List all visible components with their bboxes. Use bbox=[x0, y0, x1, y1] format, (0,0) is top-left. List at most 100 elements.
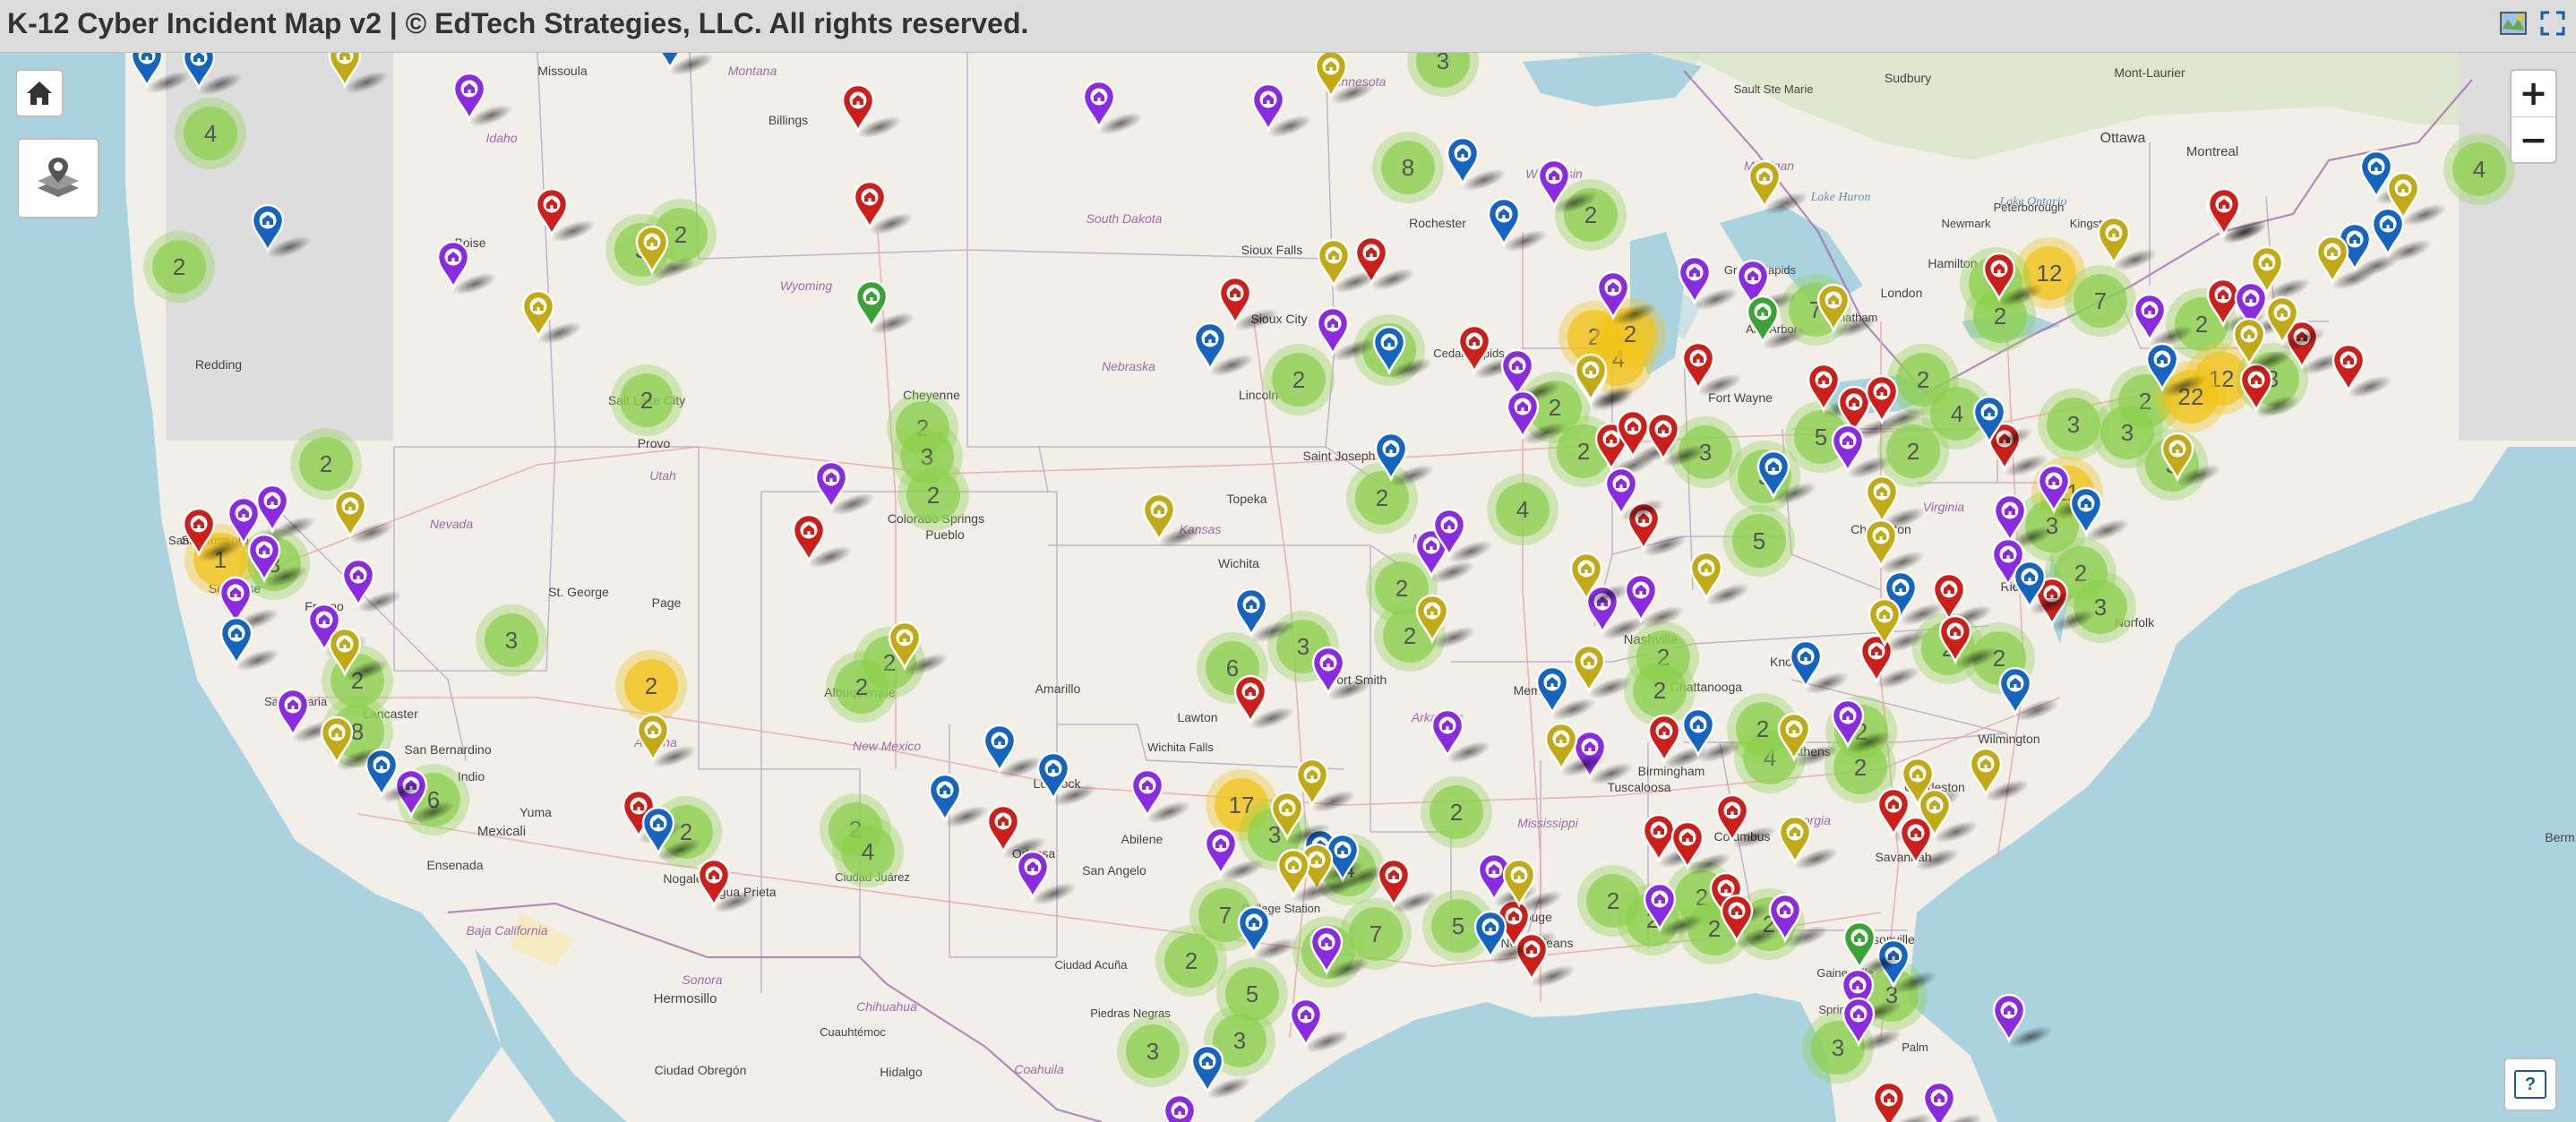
place-label: Hidalgo bbox=[880, 1065, 923, 1079]
fullscreen-icon[interactable] bbox=[2538, 9, 2567, 38]
cluster-count: 2 bbox=[1607, 887, 1619, 914]
cluster-count: 5 bbox=[1815, 424, 1827, 450]
place-label: Wyoming bbox=[780, 278, 833, 293]
place-label: Sault Ste Marie bbox=[1734, 82, 1814, 96]
cluster-count: 7 bbox=[1219, 902, 1232, 929]
incident-cluster[interactable]: 4 bbox=[832, 816, 904, 887]
incident-cluster[interactable]: 2 bbox=[897, 459, 969, 531]
cluster-count: 2 bbox=[645, 672, 657, 699]
place-label: Mexicali bbox=[477, 824, 526, 839]
incident-cluster[interactable]: 2 bbox=[615, 650, 687, 722]
incident-cluster[interactable]: 3 bbox=[2065, 571, 2136, 643]
incident-cluster[interactable]: 5 bbox=[1723, 505, 1795, 577]
cluster-count: 3 bbox=[1233, 1027, 1246, 1054]
map-legend-icon[interactable] bbox=[2499, 9, 2528, 38]
home-icon bbox=[27, 81, 52, 105]
cluster-count: 2 bbox=[1404, 622, 1416, 649]
incident-cluster[interactable]: 2 bbox=[1421, 776, 1492, 848]
place-label: Wilmington bbox=[1978, 732, 2039, 746]
place-label: Missoula bbox=[537, 64, 587, 78]
place-label: Lake Huron bbox=[1810, 191, 1871, 204]
cluster-count: 2 bbox=[320, 450, 332, 477]
cluster-count: 2 bbox=[674, 221, 687, 248]
incident-cluster[interactable]: 7 bbox=[2065, 265, 2136, 337]
incident-cluster[interactable]: 2 bbox=[1555, 179, 1627, 251]
cluster-count: 3 bbox=[2067, 411, 2080, 438]
cluster-count: 3 bbox=[1437, 53, 1449, 74]
cluster-count: 2 bbox=[2195, 311, 2208, 338]
cluster-count: 3 bbox=[1297, 633, 1309, 660]
incident-cluster[interactable]: 4 bbox=[2443, 133, 2515, 205]
place-label: Hermosillo bbox=[654, 991, 717, 1006]
layers-button[interactable] bbox=[17, 138, 99, 218]
cluster-count: 3 bbox=[2121, 419, 2134, 446]
map-canvas[interactable]: SpokaneMissoulaMontanaNorth DakotaMinnes… bbox=[0, 53, 2576, 1122]
place-label: Topeka bbox=[1226, 492, 1267, 506]
cluster-count: 2 bbox=[1395, 575, 1408, 602]
cluster-count: 4 bbox=[2473, 156, 2486, 183]
cluster-count: 2 bbox=[1994, 303, 2006, 330]
place-label: Rochester bbox=[1409, 216, 1466, 230]
place-label: Ciudad Acuña bbox=[1055, 958, 1129, 972]
place-label: Nevada bbox=[430, 517, 473, 531]
place-label: Provo bbox=[638, 436, 671, 450]
incident-cluster[interactable]: 2 bbox=[1263, 344, 1335, 415]
home-button[interactable] bbox=[15, 69, 64, 117]
place-label: Page bbox=[652, 595, 682, 610]
title-bar: K-12 Cyber Incident Map v2 | © EdTech St… bbox=[0, 0, 2576, 53]
cluster-count: 2 bbox=[1854, 754, 1867, 781]
place-label: South Dakota bbox=[1086, 211, 1163, 226]
place-label: Ciudad Obregón bbox=[655, 1063, 747, 1077]
cluster-count: 2 bbox=[1756, 715, 1769, 742]
place-label: Wichita bbox=[1218, 556, 1259, 570]
cluster-count: 2 bbox=[1653, 677, 1666, 704]
cluster-count: 5 bbox=[1246, 981, 1258, 1007]
place-label: Baja California bbox=[466, 923, 547, 938]
incident-cluster[interactable]: 4 bbox=[1487, 474, 1558, 545]
place-label: London bbox=[1881, 286, 1923, 300]
zoom-out-button[interactable]: − bbox=[2512, 117, 2555, 163]
incident-cluster[interactable]: 3 bbox=[1117, 1015, 1189, 1087]
place-label: San Bernardino bbox=[404, 742, 492, 757]
place-label: Mississippi bbox=[1517, 816, 1579, 830]
incident-cluster[interactable]: 2 bbox=[611, 364, 683, 436]
help-label: ? bbox=[2514, 1070, 2546, 1099]
place-label: Coahuila bbox=[1014, 1062, 1063, 1076]
cluster-count: 3 bbox=[1146, 1038, 1159, 1065]
place-label: Virginia bbox=[1923, 500, 1965, 514]
zoom-control: + − bbox=[2510, 69, 2557, 164]
place-label: Ensenada bbox=[426, 858, 483, 872]
zoom-in-button[interactable]: + bbox=[2512, 71, 2555, 117]
place-label: Peterborough bbox=[1994, 201, 2065, 214]
cluster-count: 3 bbox=[2094, 594, 2107, 621]
incident-cluster[interactable]: 4 bbox=[175, 98, 246, 169]
cluster-count: 4 bbox=[1516, 496, 1529, 523]
cluster-count: 2 bbox=[1577, 438, 1590, 465]
place-label: Berm bbox=[2545, 830, 2574, 844]
cluster-count: 4 bbox=[1951, 400, 1963, 427]
incident-cluster[interactable]: 2 bbox=[1887, 344, 1959, 415]
cluster-count: 8 bbox=[1402, 154, 1414, 181]
cluster-count: 2 bbox=[1549, 394, 1561, 421]
place-label: Mont-Laurier bbox=[2114, 65, 2185, 80]
place-label: Ottawa bbox=[2100, 131, 2146, 146]
cluster-count: 2 bbox=[1185, 947, 1198, 974]
incident-cluster[interactable]: 8 bbox=[1372, 132, 1444, 203]
help-button[interactable]: ? bbox=[2503, 1058, 2557, 1111]
place-label: Abilene bbox=[1121, 832, 1163, 846]
cluster-count: 2 bbox=[1376, 484, 1388, 511]
incident-cluster[interactable]: 2 bbox=[143, 231, 215, 303]
incident-marker-purple[interactable] bbox=[1992, 993, 2056, 1052]
cluster-count: 4 bbox=[204, 120, 217, 147]
incident-cluster[interactable]: 2 bbox=[290, 428, 362, 500]
place-label: Sioux Falls bbox=[1241, 243, 1302, 257]
place-label: Palm bbox=[1902, 1041, 1928, 1054]
place-label: Billings bbox=[769, 113, 808, 127]
place-label: Lawton bbox=[1177, 710, 1217, 724]
cluster-count: 4 bbox=[862, 838, 874, 865]
incident-cluster[interactable]: 2 bbox=[1155, 925, 1227, 997]
place-label: Wichita Falls bbox=[1147, 741, 1214, 754]
incident-cluster[interactable]: 2 bbox=[826, 651, 897, 723]
land-base bbox=[0, 53, 2576, 1122]
incident-cluster[interactable]: 3 bbox=[476, 604, 547, 676]
